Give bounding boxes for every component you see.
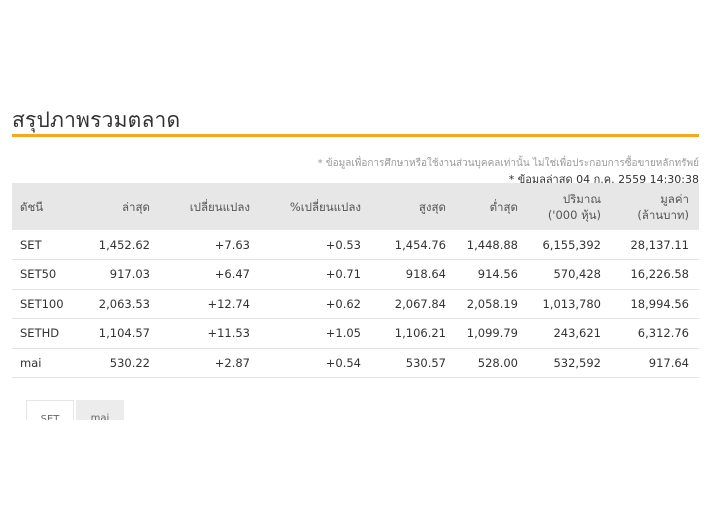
page-title: สรุปภาพรวมตลาด [12,108,181,132]
cell-value: 28,137.11 [611,230,699,260]
table-row: SET100 2,063.53 +12.74 +0.62 2,067.84 2,058.1… [12,289,699,319]
header-high: สูงสุด [371,183,456,230]
cell-high: 918.64 [371,259,456,290]
cell-last: 2,063.53 [84,289,160,319]
table-row: SETHD 1,104.57 +11.53 +1.05 1,106.21 1,099.79… [12,318,699,349]
cell-value: 16,226.58 [611,259,699,290]
cell-index[interactable]: SETHD [12,318,84,349]
cell-pct-change: +0.54 [260,348,371,378]
cell-pct-change: +0.71 [260,259,371,290]
cell-volume: 1,013,780 [528,289,611,319]
cell-change: +11.53 [160,318,260,349]
cell-volume: 243,621 [528,318,611,349]
header-change: เปลี่ยนแปลง [160,183,260,230]
cell-change: +7.63 [160,230,260,260]
cell-change: +2.87 [160,348,260,378]
cell-volume: 570,428 [528,259,611,290]
cell-low: 1,099.79 [456,318,528,349]
cell-low: 2,058.19 [456,289,528,319]
disclaimer-note: * ข้อมูลเพื่อการศึกษาหรือใช้งานส่วนบุคคล… [317,158,699,169]
cell-pct-change: +1.05 [260,318,371,349]
market-summary-table: ดัชนี ล่าสุด เปลี่ยนแปลง %เปลี่ยนแปลง สู… [12,183,699,378]
header-pct-change: %เปลี่ยนแปลง [260,183,371,230]
cell-change: +6.47 [160,259,260,290]
cell-pct-change: +0.53 [260,230,371,260]
cell-index[interactable]: SET100 [12,289,84,319]
cell-change: +12.74 [160,289,260,319]
cell-last: 530.22 [84,348,160,378]
cell-index: mai [12,348,84,378]
cell-high: 1,454.76 [371,230,456,260]
cell-index: SET [12,230,84,260]
cell-low: 914.56 [456,259,528,290]
header-low: ต่ำสุด [456,183,528,230]
cell-volume: 6,155,392 [528,230,611,260]
table-header-row: ดัชนี ล่าสุด เปลี่ยนแปลง %เปลี่ยนแปลง สู… [12,183,699,230]
header-value: มูลค่า (ล้านบาท) [611,183,699,230]
header-volume: ปริมาณ ('000 หุ้น) [528,183,611,230]
cell-value: 917.64 [611,348,699,378]
cell-pct-change: +0.62 [260,289,371,319]
cell-index[interactable]: SET50 [12,259,84,290]
cell-high: 2,067.84 [371,289,456,319]
cell-high: 1,106.21 [371,318,456,349]
cell-last: 1,104.57 [84,318,160,349]
cell-volume: 532,592 [528,348,611,378]
cell-last: 917.03 [84,259,160,290]
header-last: ล่าสุด [84,183,160,230]
cell-high: 530.57 [371,348,456,378]
cell-low: 528.00 [456,348,528,378]
cell-last: 1,452.62 [84,230,160,260]
table-row: SET50 917.03 +6.47 +0.71 918.64 914.56 570,428… [12,259,699,290]
cell-value: 6,312.76 [611,318,699,349]
title-underline [12,134,699,137]
table-row: SET 1,452.62 +7.63 +0.53 1,454.76 1,448.88 6,1… [12,230,699,260]
cell-low: 1,448.88 [456,230,528,260]
table-row: mai 530.22 +2.87 +0.54 530.57 528.00 532,592 91… [12,348,699,378]
header-index: ดัชนี [12,183,84,230]
cell-value: 18,994.56 [611,289,699,319]
content-clip [0,420,728,524]
